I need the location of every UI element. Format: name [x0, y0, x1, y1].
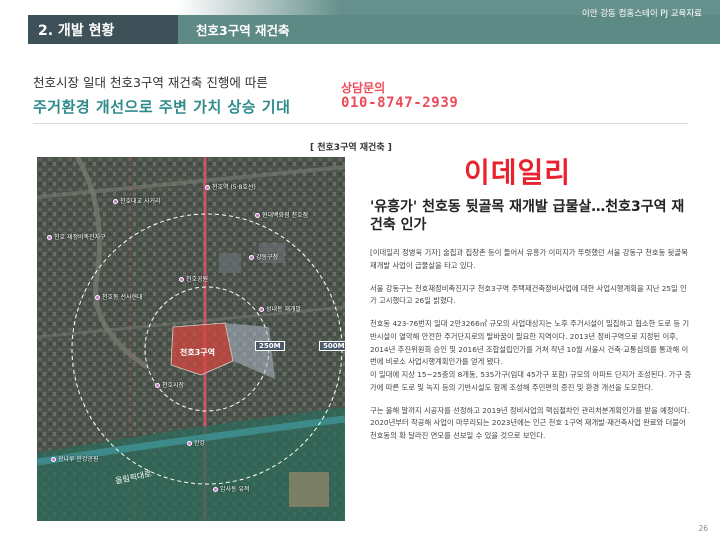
pin-icon	[205, 185, 210, 190]
pin-icon	[95, 295, 100, 300]
map-place: 천호동 선사현대	[95, 294, 143, 302]
pin-icon	[113, 199, 118, 204]
pin-icon	[155, 383, 160, 388]
slide-header: 이안 강동 컴홈스테이 PJ 교육자료 2. 개발 현황 천호3구역 재건축	[0, 0, 720, 44]
contact-phone: 010-8747-2939	[341, 95, 459, 111]
map-place: 성내동 재개발	[259, 306, 301, 314]
article-paragraph: 이 일대에 지상 15~25층의 8개동, 535가구(임대 45가구 포함) …	[370, 370, 692, 392]
zone-label: 천호3구역	[180, 348, 216, 357]
article-paragraph: 서울 강동구는 천호재정비촉진지구 천호3구역 주택재건축정비사업에 대한 사업…	[370, 283, 687, 306]
pin-icon	[47, 235, 52, 240]
article-body: [이데일리 정병욱 기자] 술집과 집창촌 등이 들어서 유흥가 이미지가 뚜렷…	[370, 247, 692, 453]
pin-icon	[51, 457, 56, 462]
pin-icon	[249, 255, 254, 260]
article-paragraph: 천호동 423-76번지 일대 2만3266㎡ 규모의 사업대상지는 노후 주거…	[370, 319, 690, 367]
pin-icon	[213, 487, 218, 492]
section-title: 2. 개발 현황	[28, 15, 178, 44]
map-place: 암사동 유적	[213, 486, 250, 494]
headline: 주거환경 개선으로 주변 가치 상승 기대	[33, 98, 291, 116]
pin-icon	[187, 441, 192, 446]
map-place: 천호시장	[155, 382, 184, 390]
map-place: 강동구청	[249, 254, 278, 262]
news-brand-logo: 이데일리	[464, 156, 572, 189]
article-paragraph: 구는 올해 말까지 시공자를 선정하고 2019년 정비사업의 핵심절차인 관리…	[370, 405, 690, 441]
pin-icon	[179, 277, 184, 282]
divider	[33, 123, 688, 124]
article-paragraph: [이데일리 정병욱 기자] 술집과 집창촌 등이 들어서 유흥가 이미지가 뚜렷…	[370, 248, 688, 270]
subsection-title: 천호3구역 재건축	[196, 23, 290, 38]
map-place: 현대백화점 천호점	[255, 212, 308, 220]
map-place: 광나루 한강공원	[51, 456, 99, 464]
ring-500m: 500M	[319, 341, 345, 351]
contact-label: 상담문의	[341, 81, 386, 95]
org-name: 이안 강동 컴홈스테이 PJ 교육자료	[581, 9, 702, 19]
map-place: 천호대교 사거리	[113, 198, 161, 206]
article-title: '유흥가' 천호동 뒷골목 재개발 급물살…천호3구역 재건축 인가	[370, 199, 685, 234]
map-place: 천호역 (5·8호선)	[205, 184, 256, 192]
page-number: 26	[698, 524, 708, 533]
ring-250m: 250M	[255, 341, 285, 351]
pin-icon	[255, 213, 260, 218]
map-caption: [ 천호3구역 재건축 ]	[310, 143, 392, 153]
map-place: 천호 재정비촉진지구	[47, 234, 106, 242]
map-place: 한강	[187, 440, 205, 448]
satellite-map: 250M 500M 천호3구역 올림픽대로 천호대교 사거리 천호역 (5·8호…	[37, 157, 345, 521]
map-place: 천호공원	[179, 276, 208, 284]
pin-icon	[259, 307, 264, 312]
intro-line: 천호시장 일대 천호3구역 재건축 진행에 따른	[33, 75, 268, 90]
